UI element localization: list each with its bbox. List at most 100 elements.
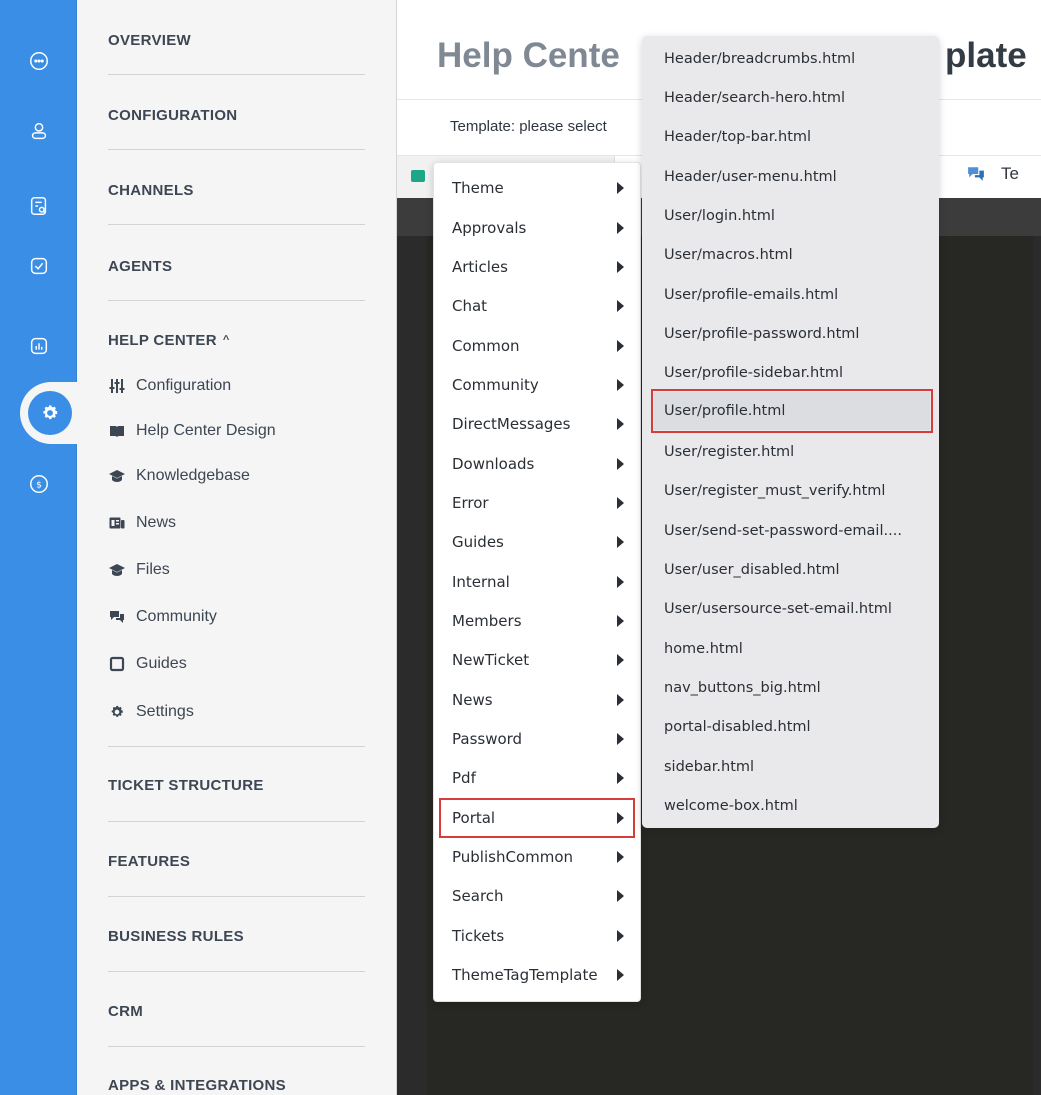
menu-item-common[interactable]: Common [440, 327, 634, 365]
submenu-item[interactable]: Header/user-menu.html [654, 158, 930, 196]
submenu-item[interactable]: Header/breadcrumbs.html [654, 40, 930, 78]
chat-icon[interactable] [23, 45, 55, 77]
divider [108, 224, 365, 225]
nav-hc-community-label: Community [136, 608, 217, 625]
test-tab[interactable]: Te [967, 164, 1019, 184]
page-title: Help Cente [437, 36, 620, 75]
billing-dollar-icon[interactable]: $ [23, 468, 55, 500]
caret-right-icon [617, 261, 624, 273]
menu-item-label: Tickets [452, 927, 505, 945]
divider [108, 746, 365, 747]
caret-right-icon [617, 851, 624, 863]
caret-right-icon [617, 182, 624, 194]
submenu-item[interactable]: User/user_disabled.html [654, 551, 930, 589]
caret-right-icon [617, 615, 624, 627]
menu-item-downloads[interactable]: Downloads [440, 445, 634, 483]
nav-business-rules[interactable]: BUSINESS RULES [108, 928, 365, 945]
nav-overview[interactable]: OVERVIEW [108, 32, 365, 49]
menu-item-articles[interactable]: Articles [440, 248, 634, 286]
graduation-cap-icon [108, 467, 126, 485]
nav-hc-guides-label: Guides [136, 655, 187, 672]
menu-item-label: DirectMessages [452, 415, 571, 433]
template-select-label[interactable]: Template: please select [450, 118, 607, 135]
nav-hc-community[interactable]: Community [108, 608, 217, 626]
tickets-search-icon[interactable] [23, 190, 55, 222]
submenu-item[interactable]: sidebar.html [654, 748, 930, 786]
caret-right-icon [617, 340, 624, 352]
menu-item-newticket[interactable]: NewTicket [440, 641, 634, 679]
reports-chart-icon[interactable] [23, 330, 55, 362]
submenu-item[interactable]: User/macros.html [654, 236, 930, 274]
nav-hc-design-label: Help Center Design [136, 422, 276, 439]
nav-hc-configuration[interactable]: Configuration [108, 377, 231, 395]
submenu-item[interactable]: home.html [654, 630, 930, 668]
nav-hc-news[interactable]: News [108, 514, 176, 532]
menu-item-directmessages[interactable]: DirectMessages [440, 405, 634, 443]
submenu-item[interactable]: User/register_must_verify.html [654, 472, 930, 510]
submenu-item-highlighted[interactable]: User/profile.html [651, 389, 933, 433]
nav-hc-files[interactable]: Files [108, 561, 170, 579]
nav-crm[interactable]: CRM [108, 1003, 365, 1020]
menu-item-news[interactable]: News [440, 681, 634, 719]
nav-features[interactable]: FEATURES [108, 853, 365, 870]
nav-help-center[interactable]: HELP CENTER ^ [108, 332, 365, 349]
nav-ticket-structure[interactable]: TICKET STRUCTURE [108, 777, 365, 794]
book-open-icon [108, 422, 126, 440]
nav-apps-integrations[interactable]: APPS & INTEGRATIONS [108, 1077, 365, 1094]
caret-right-icon [617, 379, 624, 391]
submenu-item[interactable]: User/login.html [654, 197, 930, 235]
menu-item-internal[interactable]: Internal [440, 563, 634, 601]
menu-item-search[interactable]: Search [440, 877, 634, 915]
menu-item-tickets[interactable]: Tickets [440, 917, 634, 955]
submenu-item[interactable]: nav_buttons_big.html [654, 669, 930, 707]
menu-item-approvals[interactable]: Approvals [440, 209, 634, 247]
graduation-cap-icon [108, 561, 126, 579]
tasks-check-icon[interactable] [23, 250, 55, 282]
menu-item-portal[interactable]: Portal [439, 798, 635, 838]
submenu-item[interactable]: User/profile-sidebar.html [654, 354, 930, 392]
nav-hc-news-label: News [136, 514, 177, 531]
user-icon[interactable] [23, 115, 55, 147]
submenu-item[interactable]: User/profile-password.html [654, 315, 930, 353]
nav-hc-design[interactable]: Help Center Design [108, 422, 276, 440]
caret-right-icon [617, 733, 624, 745]
nav-configuration[interactable]: CONFIGURATION [108, 107, 365, 124]
submenu-item[interactable]: User/register.html [654, 433, 930, 471]
caret-right-icon [617, 694, 624, 706]
submenu-item[interactable]: User/profile-emails.html [654, 276, 930, 314]
page-title-tail: plate [945, 36, 1027, 75]
nav-channels[interactable]: CHANNELS [108, 182, 365, 199]
divider [108, 74, 365, 75]
nav-hc-settings[interactable]: Settings [108, 703, 194, 721]
menu-item-guides[interactable]: Guides [440, 523, 634, 561]
menu-item-label: Portal [452, 809, 496, 827]
settings-gear-icon[interactable] [28, 391, 72, 435]
submenu-item[interactable]: Header/search-hero.html [654, 79, 930, 117]
caret-right-icon [617, 222, 624, 234]
divider [108, 300, 365, 301]
menu-item-label: Chat [452, 297, 488, 315]
caret-right-icon [617, 969, 624, 981]
divider [108, 149, 365, 150]
menu-item-members[interactable]: Members [440, 602, 634, 640]
submenu-item[interactable]: welcome-box.html [654, 787, 930, 825]
submenu-item[interactable]: User/usersource-set-email.html [654, 590, 930, 628]
nav-hc-knowledgebase[interactable]: Knowledgebase [108, 467, 250, 485]
menu-item-community[interactable]: Community [440, 366, 634, 404]
submenu-item[interactable]: portal-disabled.html [654, 708, 930, 746]
settings-nav: OVERVIEW CONFIGURATION CHANNELS AGENTS H… [77, 0, 397, 1095]
nav-agents[interactable]: AGENTS [108, 258, 365, 275]
menu-item-themetagtemplate[interactable]: ThemeTagTemplate [440, 956, 634, 994]
submenu-item[interactable]: Header/top-bar.html [654, 118, 930, 156]
menu-item-theme[interactable]: Theme [440, 169, 634, 207]
menu-item-error[interactable]: Error [440, 484, 634, 522]
caret-right-icon [617, 418, 624, 430]
nav-hc-guides[interactable]: Guides [108, 655, 187, 673]
nav-hc-configuration-label: Configuration [136, 377, 232, 394]
menu-item-password[interactable]: Password [440, 720, 634, 758]
menu-item-pdf[interactable]: Pdf [440, 759, 634, 797]
menu-item-chat[interactable]: Chat [440, 287, 634, 325]
submenu-item[interactable]: User/send-set-password-email.... [654, 512, 930, 550]
menu-item-publishcommon[interactable]: PublishCommon [440, 838, 634, 876]
portal-template-submenu: Header/breadcrumbs.html Header/search-he… [642, 36, 939, 828]
